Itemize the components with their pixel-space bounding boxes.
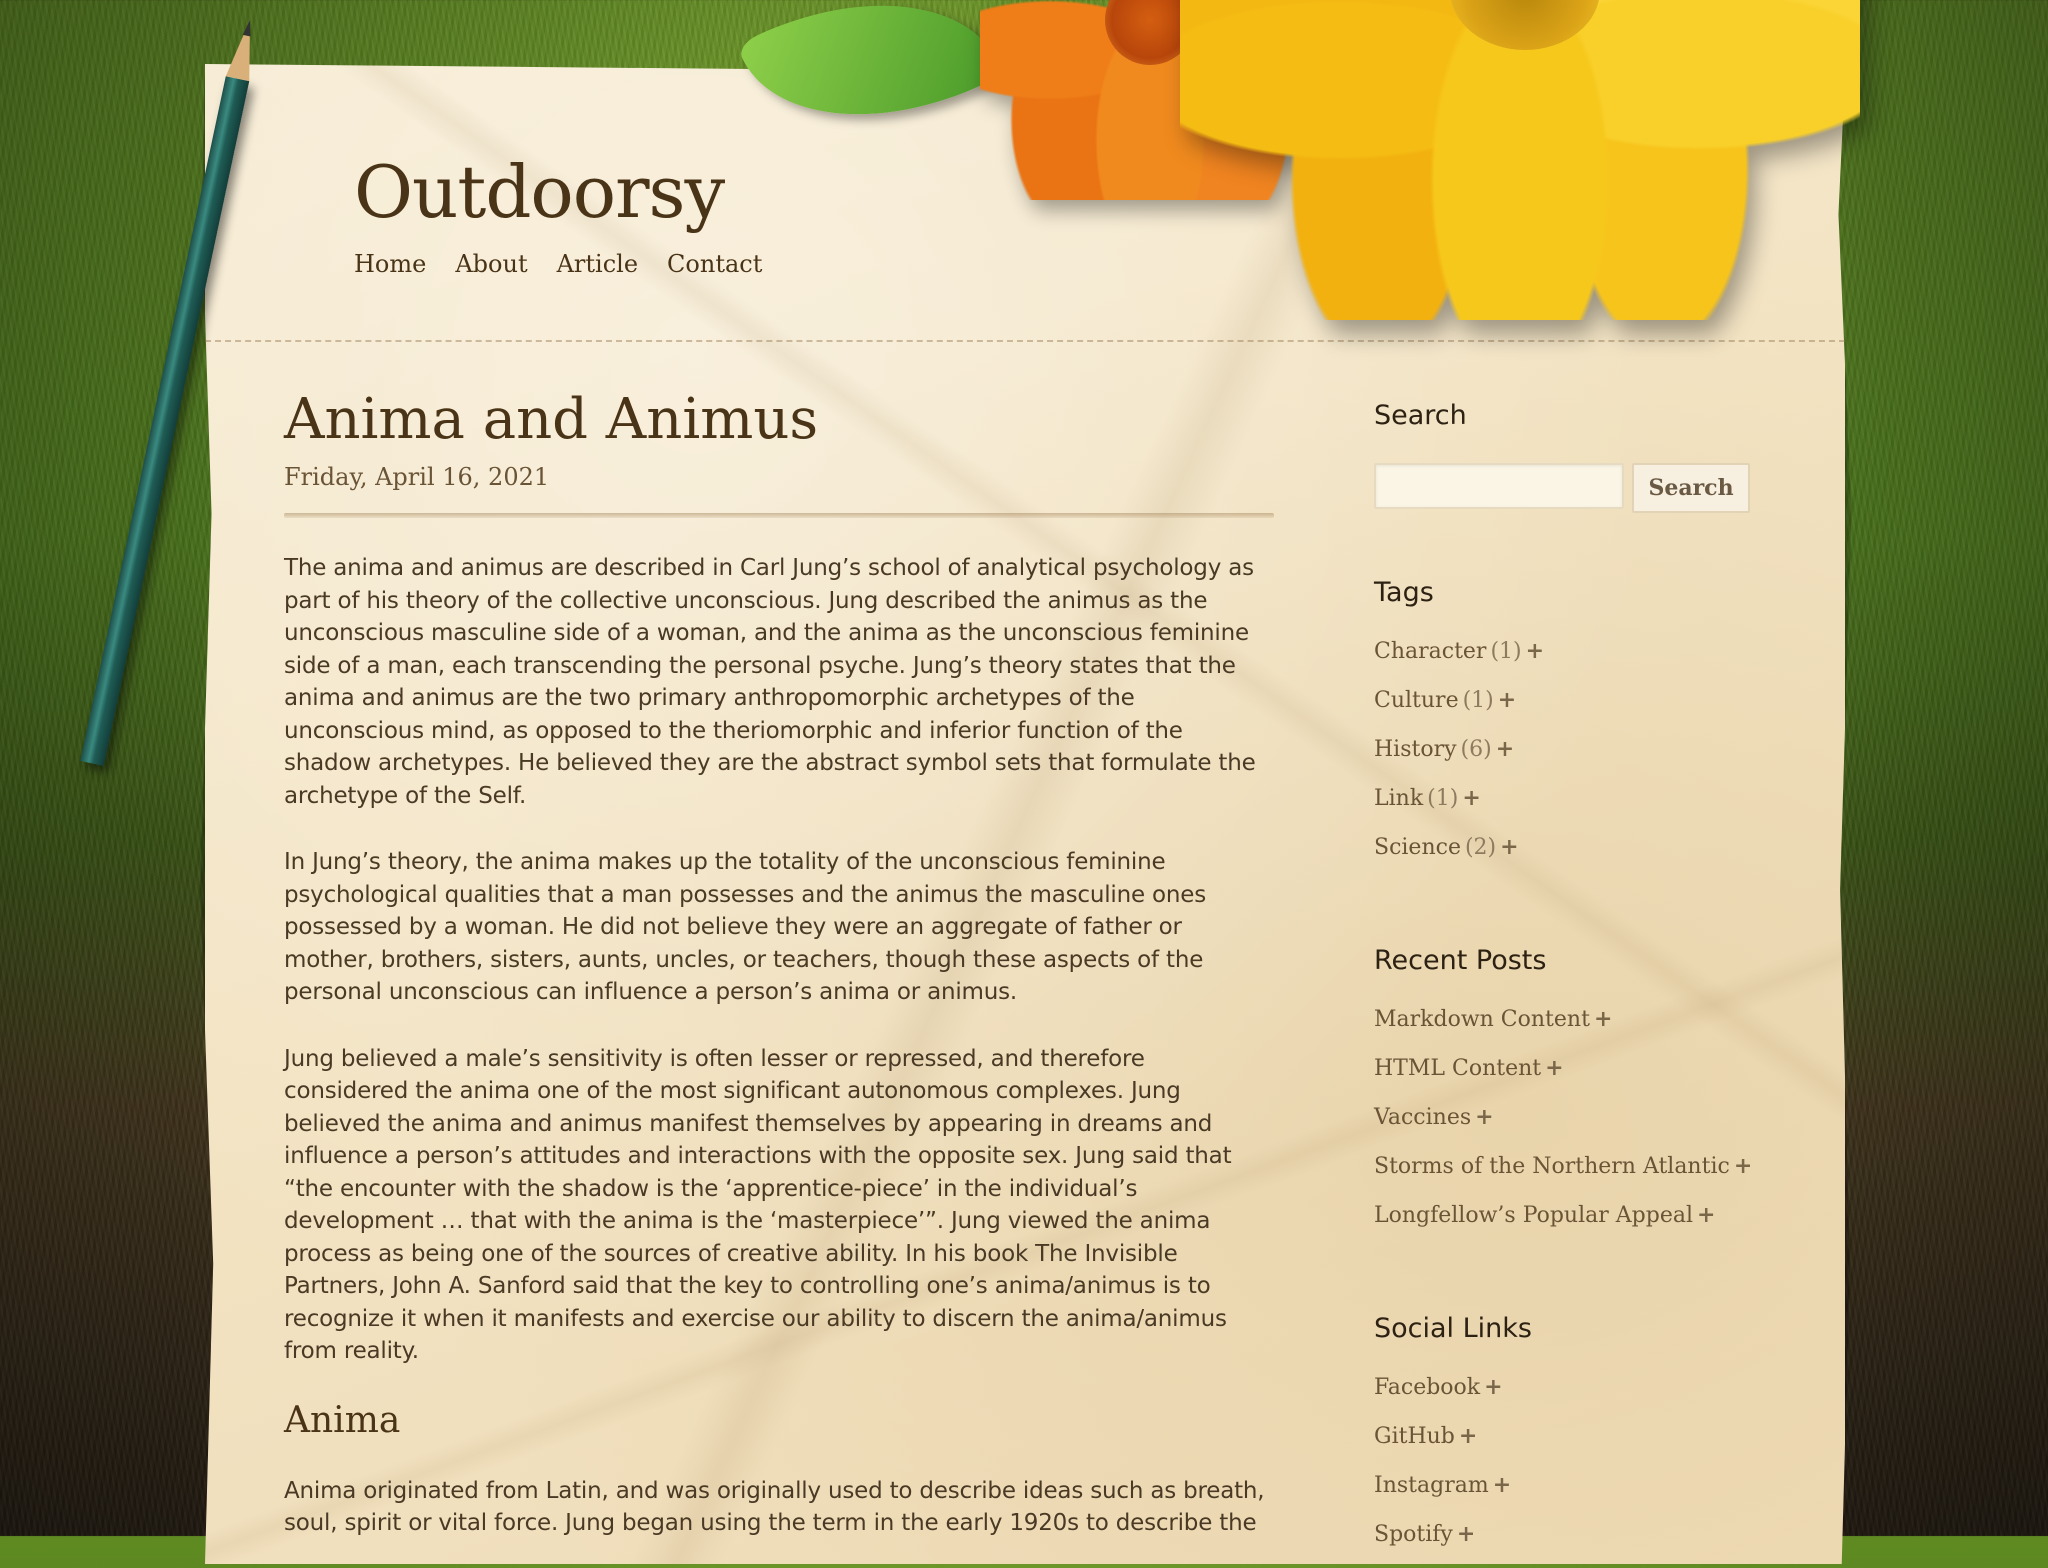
social-link-instagram[interactable]: Instagram + xyxy=(1374,1470,1774,1519)
post-title: Anima and Animus xyxy=(284,387,819,452)
tag-label[interactable]: Culture xyxy=(1374,688,1459,713)
recent-post-link[interactable]: Vaccines xyxy=(1374,1105,1471,1130)
tag-count: (2) xyxy=(1464,835,1497,860)
plus-icon: + xyxy=(1525,638,1545,664)
yellow-flower-decoration xyxy=(1180,0,1860,320)
recent-post-link[interactable]: HTML Content xyxy=(1374,1056,1541,1081)
tag-item-link[interactable]: Link (1) + xyxy=(1374,783,1774,832)
post-paragraph: Anima originated from Latin, and was ori… xyxy=(284,1477,1265,1537)
tags-list: Character (1) + Culture (1) + History (6) + Li… xyxy=(1374,636,1774,881)
plus-icon: + xyxy=(1495,736,1515,762)
recent-post-link[interactable]: Storms of the Northern Atlantic xyxy=(1374,1154,1730,1179)
nav-link-contact[interactable]: Contact xyxy=(667,250,762,278)
recent-post-item[interactable]: Longfellow’s Popular Appeal + xyxy=(1374,1200,1774,1249)
site-title[interactable]: Outdoorsy xyxy=(354,150,725,234)
social-links-widget: Social Links Facebook + GitHub + Instagram… xyxy=(1374,1313,1774,1568)
recent-posts-title: Recent Posts xyxy=(1374,945,1547,976)
post-body: The anima and animus are described in Ca… xyxy=(284,552,1274,1540)
plus-icon: + xyxy=(1733,1153,1753,1179)
social-link-label[interactable]: Spotify xyxy=(1374,1522,1453,1547)
tag-count: (1) xyxy=(1462,688,1494,713)
tag-count: (1) xyxy=(1427,786,1459,811)
tag-item-science[interactable]: Science (2) + xyxy=(1374,832,1774,881)
social-links-title: Social Links xyxy=(1374,1313,1532,1344)
recent-post-item[interactable]: Vaccines + xyxy=(1374,1102,1774,1151)
plus-icon: + xyxy=(1475,1104,1494,1130)
header-divider xyxy=(205,340,1845,342)
search-widget-title: Search xyxy=(1374,400,1467,431)
social-link-label[interactable]: GitHub xyxy=(1374,1424,1455,1449)
plus-icon: + xyxy=(1492,1472,1512,1498)
social-link-github[interactable]: GitHub + xyxy=(1374,1421,1774,1470)
tag-item-character[interactable]: Character (1) + xyxy=(1374,636,1774,685)
recent-post-item[interactable]: Markdown Content + xyxy=(1374,1004,1774,1053)
post-date: Friday, April 16, 2021 xyxy=(284,463,550,491)
recent-post-link[interactable]: Markdown Content xyxy=(1374,1007,1590,1032)
post-article: Anima and Animus Friday, April 16, 2021 … xyxy=(284,385,1274,1540)
tag-item-culture[interactable]: Culture (1) + xyxy=(1374,685,1774,734)
tag-label[interactable]: Character xyxy=(1374,639,1486,664)
main-nav: Home About Article Contact xyxy=(354,250,762,278)
plus-icon: + xyxy=(1697,1202,1716,1228)
post-paragraph: The anima and animus are described in Ca… xyxy=(284,555,1256,809)
search-input[interactable] xyxy=(1374,463,1624,509)
tag-label[interactable]: History xyxy=(1374,737,1457,762)
plus-icon: + xyxy=(1456,1521,1476,1547)
post-paragraph: Jung believed a male’s sensitivity is of… xyxy=(284,1045,1232,1365)
recent-posts-list: Markdown Content + HTML Content + Vaccines… xyxy=(1374,1004,1774,1249)
plus-icon: + xyxy=(1500,834,1519,860)
plus-icon: + xyxy=(1545,1055,1564,1081)
post-paragraph: In Jung’s theory, the anima makes up the… xyxy=(284,849,1207,1005)
recent-post-link[interactable]: Longfellow’s Popular Appeal xyxy=(1374,1203,1693,1228)
tag-count: (1) xyxy=(1490,639,1522,664)
plus-icon: + xyxy=(1484,1374,1503,1400)
nav-link-about[interactable]: About xyxy=(455,250,527,278)
plus-icon: + xyxy=(1462,785,1481,811)
social-link-spotify[interactable]: Spotify + xyxy=(1374,1519,1774,1568)
tag-label[interactable]: Science xyxy=(1374,835,1461,860)
post-divider xyxy=(284,513,1274,518)
tags-widget: Tags Character (1) + Culture (1) + History (6… xyxy=(1374,577,1774,881)
recent-posts-widget: Recent Posts Markdown Content + HTML Cont… xyxy=(1374,945,1774,1249)
nav-link-article[interactable]: Article xyxy=(557,250,638,278)
social-links-list: Facebook + GitHub + Instagram + Spotify + xyxy=(1374,1372,1774,1568)
sidebar: Search Search Tags Character (1) + Culture… xyxy=(1374,400,1774,1568)
search-form: Search xyxy=(1374,463,1774,513)
plus-icon: + xyxy=(1458,1423,1478,1449)
social-link-label[interactable]: Instagram xyxy=(1374,1473,1489,1498)
tag-label[interactable]: Link xyxy=(1374,786,1423,811)
tag-item-history[interactable]: History (6) + xyxy=(1374,734,1774,783)
plus-icon: + xyxy=(1497,687,1517,713)
recent-post-item[interactable]: HTML Content + xyxy=(1374,1053,1774,1102)
post-subheading: Anima xyxy=(284,1399,401,1441)
recent-post-item[interactable]: Storms of the Northern Atlantic + xyxy=(1374,1151,1774,1200)
nav-link-home[interactable]: Home xyxy=(354,250,426,278)
social-link-label[interactable]: Facebook xyxy=(1374,1375,1480,1400)
social-link-facebook[interactable]: Facebook + xyxy=(1374,1372,1774,1421)
search-button[interactable]: Search xyxy=(1632,463,1750,513)
tag-count: (6) xyxy=(1460,737,1492,762)
search-widget: Search Search xyxy=(1374,400,1774,513)
tags-widget-title: Tags xyxy=(1374,577,1434,608)
plus-icon: + xyxy=(1593,1006,1613,1032)
